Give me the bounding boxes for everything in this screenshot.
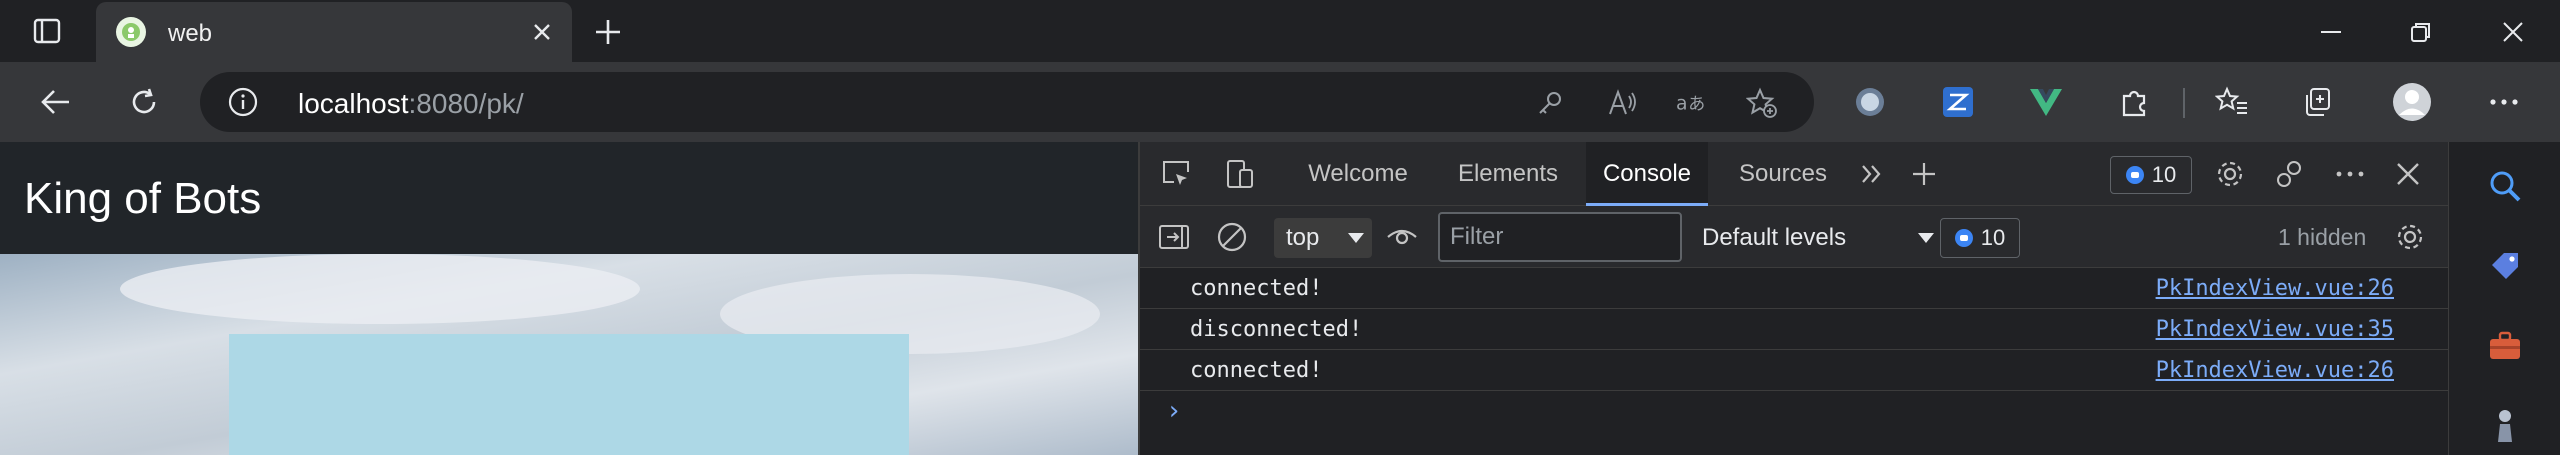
log-levels-dropdown[interactable]: Default levels [1702,224,1846,252]
favorites-icon[interactable] [2212,82,2252,122]
show-sidebar-icon[interactable] [1156,219,1192,255]
issues-bubble-icon [2125,166,2144,184]
vue-devtools-icon[interactable] [2026,82,2066,122]
console-prompt[interactable]: › [1166,396,1182,426]
url-host: localhost [298,88,409,119]
close-devtools-icon[interactable] [2390,156,2426,192]
context-value: top [1286,224,1320,251]
console-issues-button[interactable]: 10 [1940,218,2020,258]
url-text[interactable]: localhost:8080/pk/ [298,88,524,120]
translate-icon[interactable]: aあ [1676,87,1708,119]
svg-text:あ: あ [1688,94,1705,114]
console-source-link[interactable]: PkIndexView.vue:26 [2156,358,2394,383]
extension-z-icon[interactable] [1938,82,1978,122]
console-filter-input[interactable] [1438,212,1682,262]
toolbar-divider [2183,88,2185,118]
tab-title: web [168,20,213,47]
console-source-link[interactable]: PkIndexView.vue:26 [2156,276,2394,301]
tools-briefcase-icon[interactable] [2485,326,2525,366]
more-options-icon[interactable] [2332,156,2368,192]
address-bar[interactable]: localhost:8080/pk/ aあ [200,72,1814,132]
cloud-shape [120,254,640,324]
tab-sources[interactable]: Sources [1730,142,1836,206]
close-window-icon[interactable] [2493,12,2533,52]
navbar-brand[interactable]: King of Bots [24,174,261,224]
more-tabs-icon[interactable] [1854,156,1890,192]
console-message-text: connected! [1190,276,1323,301]
tab-close-icon[interactable] [528,18,556,46]
collections-icon[interactable] [2300,82,2340,122]
tab-actions-icon[interactable] [30,14,64,48]
url-path: :8080/pk/ [408,88,524,119]
read-aloud-icon[interactable] [1606,87,1638,119]
console-message-row: connected! PkIndexView.vue:26 [1140,268,2450,309]
key-icon[interactable] [1534,87,1566,119]
browser-tab-active[interactable]: web [96,2,572,62]
chevron-down-icon[interactable] [1918,233,1934,243]
inspect-element-icon[interactable] [1158,156,1194,192]
edge-sidebar [2448,142,2560,455]
add-tool-icon[interactable] [1906,156,1942,192]
svg-text:a: a [1676,94,1688,115]
site-navbar: King of Bots [0,142,1138,254]
restore-icon[interactable] [2401,12,2441,52]
search-icon[interactable] [2485,166,2525,206]
chevron-down-icon [1348,233,1364,243]
console-message-text: disconnected! [1190,317,1363,342]
tab-strip: web [0,0,2560,62]
issues-bubble-icon [1954,229,1973,247]
games-chess-icon[interactable] [2485,406,2525,446]
console-message-row: disconnected! PkIndexView.vue:35 [1140,309,2450,350]
customize-icon[interactable] [2272,156,2308,192]
devtools-panel: Welcome Elements Console Sources 10 top … [1138,142,2450,455]
tab-console[interactable]: Console [1586,142,1708,206]
vue-app-favicon-icon [116,17,146,47]
console-message-row: connected! PkIndexView.vue:26 [1140,350,2450,391]
shopping-tag-icon[interactable] [2485,246,2525,286]
console-settings-gear-icon[interactable] [2392,219,2428,255]
console-source-link[interactable]: PkIndexView.vue:35 [2156,317,2394,342]
back-icon[interactable] [36,82,76,122]
console-toolbar: top Default levels 10 1 hidden [1140,206,2450,268]
console-message-text: connected! [1190,358,1323,383]
tab-welcome[interactable]: Welcome [1292,142,1424,206]
extensions-puzzle-icon[interactable] [2114,82,2154,122]
console-issues-count: 10 [1980,225,2006,250]
live-expression-eye-icon[interactable] [1384,219,1420,255]
browser-toolbar: localhost:8080/pk/ aあ [0,62,2560,142]
hidden-messages-count: 1 hidden [2278,224,2367,250]
device-emulation-icon[interactable] [1222,156,1258,192]
issues-count: 10 [2151,162,2177,187]
game-map-canvas[interactable] [229,334,909,455]
minimize-icon[interactable] [2311,12,2351,52]
add-favorite-icon[interactable] [1746,87,1778,119]
issues-counter-button[interactable]: 10 [2110,156,2192,194]
more-menu-icon[interactable] [2484,82,2524,122]
extension-circle-icon[interactable] [1850,82,1890,122]
new-tab-button[interactable] [590,14,626,50]
devtools-tabbar: Welcome Elements Console Sources 10 [1140,142,2450,206]
tab-elements[interactable]: Elements [1450,142,1566,206]
settings-gear-icon[interactable] [2212,156,2248,192]
refresh-icon[interactable] [124,82,164,122]
clear-console-icon[interactable] [1214,219,1250,255]
profile-avatar-icon[interactable] [2392,82,2432,122]
site-info-icon[interactable] [228,87,258,117]
context-selector[interactable]: top [1274,218,1372,258]
console-messages: connected! PkIndexView.vue:26 disconnect… [1140,268,2450,455]
